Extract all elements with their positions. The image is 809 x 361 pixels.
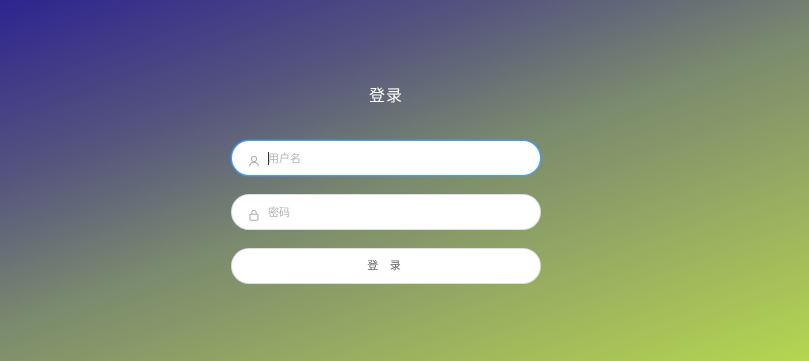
login-button[interactable]: 登 录 — [231, 248, 541, 284]
username-field[interactable] — [231, 140, 541, 176]
password-field[interactable] — [231, 194, 541, 230]
user-icon — [248, 152, 260, 167]
username-input[interactable] — [268, 141, 528, 175]
text-cursor — [268, 152, 269, 165]
lock-icon — [248, 206, 260, 221]
login-title: 登录 — [368, 86, 403, 105]
password-input[interactable] — [268, 195, 528, 229]
